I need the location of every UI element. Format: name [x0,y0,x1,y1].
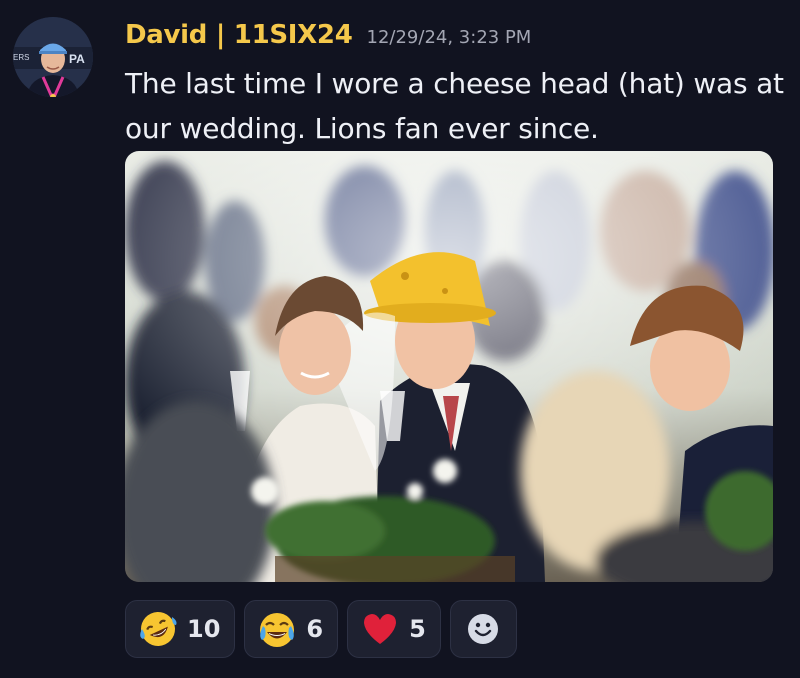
svg-text:PA: PA [69,52,85,66]
username[interactable]: David | 11SIX24 [125,20,353,50]
reaction-count: 6 [306,615,324,643]
message-text: The last time I wore a cheese head (hat)… [125,67,784,145]
rolling-on-floor-laughing-icon [138,609,178,649]
smiley-add-icon [468,614,499,644]
reaction-heart[interactable]: 5 [347,600,441,658]
user-avatar[interactable]: ERS PA [13,17,93,97]
reaction-count: 10 [187,615,221,643]
reaction-count: 5 [409,615,426,643]
wedding-photo [125,151,773,582]
reaction-rolling-laughing[interactable]: 10 [125,600,236,658]
reaction-tears-of-joy[interactable]: 6 [244,600,339,658]
face-with-tears-of-joy-icon [257,609,297,649]
red-heart-icon [360,609,400,649]
chat-message: ERS PA David | 11SIX24 12/29/24, 3:23 PM… [0,0,800,678]
add-reaction-button[interactable] [449,600,517,658]
avatar-photo-icon: ERS PA [13,17,93,97]
timestamp[interactable]: 12/29/24, 3:23 PM [367,27,532,48]
message-header: David | 11SIX24 12/29/24, 3:23 PM [125,20,531,50]
image-attachment[interactable] [125,151,773,582]
reaction-bar: 10 6 5 [125,600,517,658]
svg-text:ERS: ERS [13,53,29,62]
